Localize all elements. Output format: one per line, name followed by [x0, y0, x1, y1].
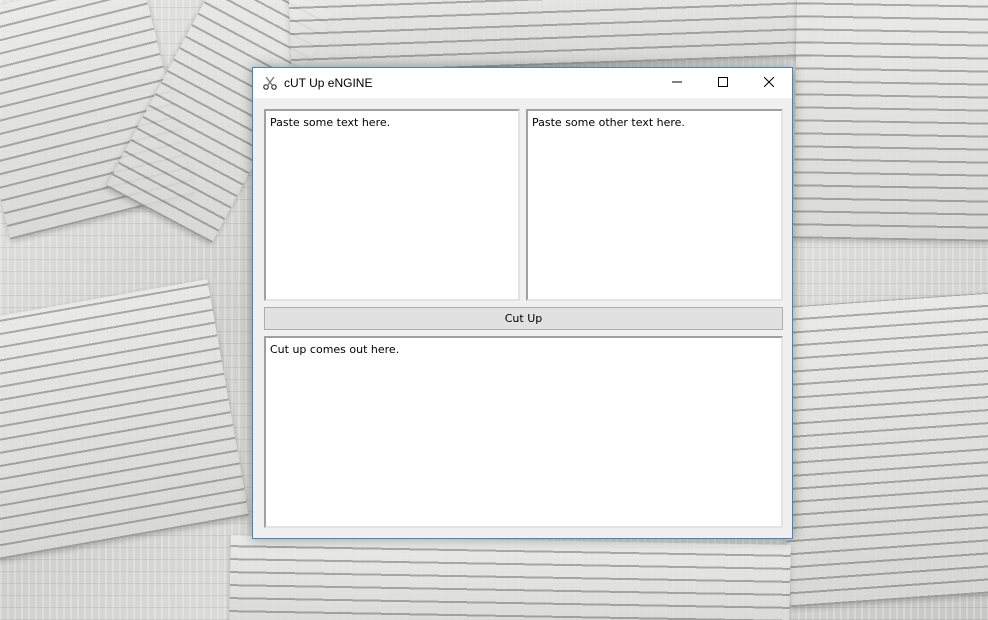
newspaper-scrap — [229, 535, 791, 620]
app-window: cUT Up eNGINE Paste some text here. Past… — [252, 67, 793, 539]
title-bar[interactable]: cUT Up eNGINE — [253, 68, 792, 98]
scissors-icon — [262, 75, 278, 91]
cut-up-output[interactable]: Cut up comes out here. — [264, 336, 783, 528]
close-icon — [763, 74, 775, 92]
window-controls — [654, 68, 792, 98]
cut-up-button[interactable]: Cut Up — [264, 307, 783, 330]
maximize-button[interactable] — [700, 68, 746, 98]
minimize-icon — [672, 74, 682, 92]
close-button[interactable] — [746, 68, 792, 98]
window-title: cUT Up eNGINE — [284, 76, 373, 90]
source-text-input[interactable]: Paste some text here. — [264, 109, 520, 301]
newspaper-scrap — [792, 0, 988, 242]
second-source-text-input[interactable]: Paste some other text here. — [526, 109, 783, 301]
maximize-icon — [718, 74, 728, 92]
newspaper-scrap — [288, 0, 812, 75]
window-client-area: Paste some text here. Paste some other t… — [253, 98, 792, 538]
newspaper-scrap — [0, 279, 249, 561]
minimize-button[interactable] — [654, 68, 700, 98]
newspaper-scrap — [769, 292, 988, 608]
